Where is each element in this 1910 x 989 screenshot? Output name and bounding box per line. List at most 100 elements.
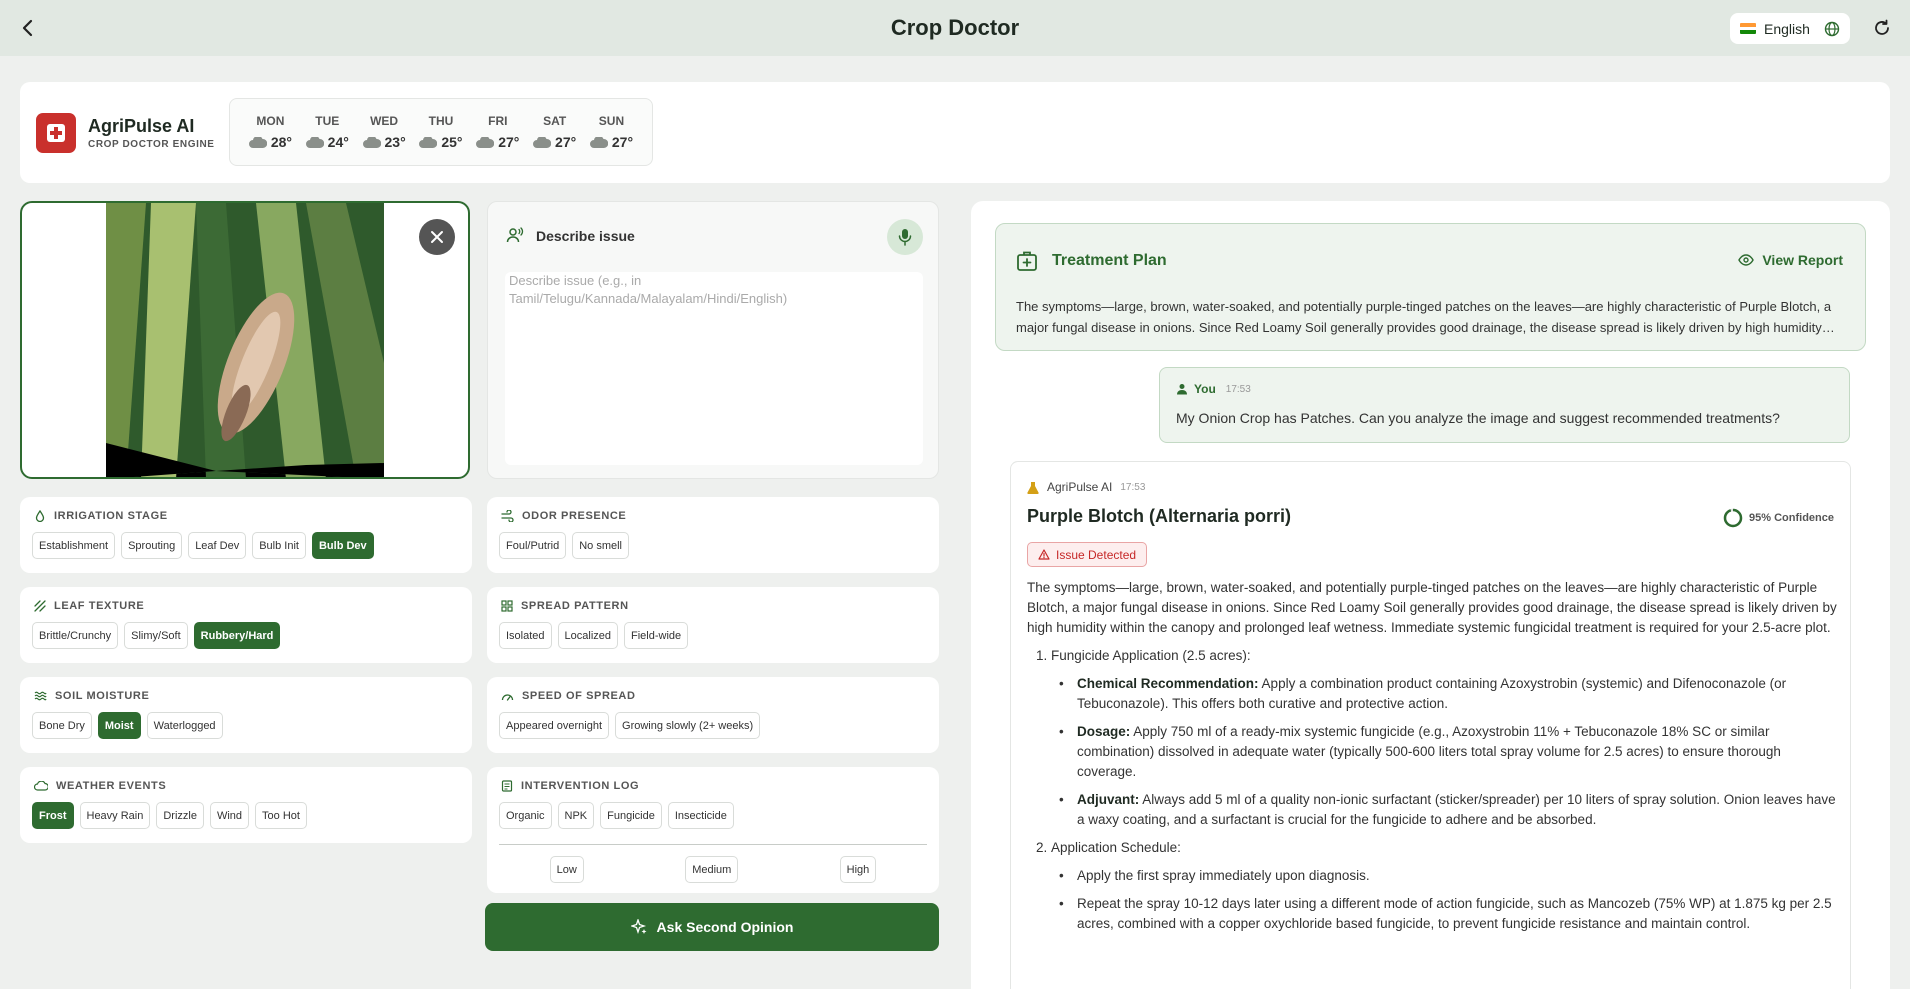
medical-bag-icon (1017, 251, 1037, 271)
weather-forecast: MON 28° TUE 24° WED 23° THU 25° FRI 27° SAT 27… (229, 98, 653, 166)
ai-intro: The symptoms—large, brown, water-soaked,… (1027, 580, 1837, 635)
treatment-plan-title: Treatment Plan (1052, 252, 1167, 269)
intensity-levels: Low Medium High (499, 856, 927, 883)
issue-detected-badge: Issue Detected (1027, 542, 1148, 567)
uploaded-image-panel (20, 201, 470, 479)
chip-foul-putrid[interactable]: Foul/Putrid (499, 532, 567, 559)
view-report-button[interactable]: View Report (1738, 252, 1843, 268)
chip-leaf-dev[interactable]: Leaf Dev (188, 532, 247, 559)
soil-moisture-card: SOIL MOISTURE Bone Dry Moist Waterlogged (20, 677, 472, 753)
top-bar: Crop Doctor English (0, 0, 1910, 56)
page-title: Crop Doctor (890, 15, 1020, 40)
chip-field-wide[interactable]: Field-wide (624, 622, 689, 649)
confidence-indicator: 95% Confidence (1723, 508, 1834, 528)
irrigation-chips: Establishment Sprouting Leaf Dev Bulb In… (32, 532, 374, 559)
list-item: Dosage: Apply 750 ml of a ready-mix syst… (1059, 722, 1837, 782)
microphone-button[interactable] (887, 219, 923, 255)
chip-establishment[interactable]: Establishment (32, 532, 116, 559)
chip-fungicide[interactable]: Fungicide (600, 802, 662, 829)
describe-issue-title: Describe issue (536, 228, 635, 244)
user-icon (1177, 384, 1187, 395)
ask-second-opinion-button[interactable]: Ask Second Opinion (485, 903, 939, 951)
eye-icon (1738, 254, 1755, 266)
chip-drizzle[interactable]: Drizzle (156, 802, 204, 829)
flask-icon (1027, 481, 1039, 494)
wind-icon (501, 510, 514, 522)
language-selector[interactable]: English (1730, 13, 1850, 44)
chip-frost[interactable]: Frost (32, 802, 74, 829)
chip-bulb-init[interactable]: Bulb Init (252, 532, 306, 559)
brand-bar: AgriPulse AI CROP DOCTOR ENGINE MON 28° T… (20, 82, 1890, 183)
weather-day: MON 28° (248, 114, 292, 150)
section-fungicide: Fungicide Application (2.5 acres): Chemi… (1051, 646, 1837, 830)
chip-wind[interactable]: Wind (209, 802, 250, 829)
cloud-icon (589, 136, 608, 148)
india-flag-icon (1740, 23, 1756, 34)
cloud-icon (305, 136, 324, 148)
chip-localized[interactable]: Localized (557, 622, 619, 649)
chip-slimy-soft[interactable]: Slimy/Soft (124, 622, 188, 649)
chip-bone-dry[interactable]: Bone Dry (32, 712, 92, 739)
crop-leaf-photo (106, 203, 384, 477)
chip-npk[interactable]: NPK (557, 802, 595, 829)
chip-level-high[interactable]: High (839, 856, 877, 883)
droplet-icon (35, 510, 45, 522)
weather-day: WED 23° (362, 114, 406, 150)
cloud-icon (533, 136, 552, 148)
texture-icon (34, 600, 46, 612)
intervention-chips: Organic NPK Fungicide Insecticide (499, 802, 734, 829)
treatment-plan-card: Treatment Plan View Report The symptoms—… (995, 223, 1866, 351)
diagnosis-title: Purple Blotch (Alternaria porri) (1027, 506, 1292, 526)
chip-appeared-overnight[interactable]: Appeared overnight (499, 712, 610, 739)
chip-level-low[interactable]: Low (549, 856, 584, 883)
gauge-icon (501, 694, 514, 701)
chip-insecticide[interactable]: Insecticide (667, 802, 734, 829)
describe-issue-input[interactable] (505, 272, 923, 465)
chip-rubbery-hard[interactable]: Rubbery/Hard (193, 622, 281, 649)
waves-icon (34, 691, 47, 701)
chip-moist[interactable]: Moist (97, 712, 141, 739)
cloud-icon (362, 136, 381, 148)
remove-image-button[interactable] (419, 219, 455, 255)
chip-organic[interactable]: Organic (499, 802, 552, 829)
confidence-ring-icon (1723, 508, 1743, 528)
ask-second-opinion-label: Ask Second Opinion (656, 919, 794, 935)
weather-day: SAT 27° (533, 114, 576, 150)
globe-icon (1824, 21, 1840, 36)
odor-chips: Foul/Putrid No smell (499, 532, 629, 559)
chip-waterlogged[interactable]: Waterlogged (146, 712, 223, 739)
cloud-icon (419, 136, 438, 148)
refresh-icon[interactable] (1870, 16, 1894, 40)
irrigation-stage-card: IRRIGATION STAGE Establishment Sprouting… (20, 497, 472, 573)
chip-brittle-crunchy[interactable]: Brittle/Crunchy (32, 622, 119, 649)
results-panel: Treatment Plan View Report The symptoms—… (971, 201, 1890, 989)
chip-sprouting[interactable]: Sprouting (121, 532, 183, 559)
chip-no-smell[interactable]: No smell (572, 532, 629, 559)
treatment-summary: The symptoms—large, brown, water-soaked,… (1016, 299, 1832, 335)
odor-presence-card: ODOR PRESENCE Foul/Putrid No smell (487, 497, 939, 573)
back-arrow-icon[interactable] (14, 14, 42, 42)
chip-level-medium[interactable]: Medium (685, 856, 739, 883)
chip-bulb-dev[interactable]: Bulb Dev (311, 532, 374, 559)
weather-day: FRI 27° (476, 114, 519, 150)
user-message: You 17:53 My Onion Crop has Patches. Can … (1159, 367, 1850, 443)
chip-isolated[interactable]: Isolated (499, 622, 552, 649)
list-item: Repeat the spray 10-12 days later using … (1059, 894, 1837, 934)
list-item: Apply the first spray immediately upon d… (1059, 866, 1837, 886)
cloud-outline-icon (34, 781, 48, 791)
brand-subtitle: CROP DOCTOR ENGINE (88, 139, 215, 150)
brand-name: AgriPulse AI (88, 116, 195, 136)
speed-chips: Appeared overnight Growing slowly (2+ we… (499, 712, 761, 739)
weather-events-card: WEATHER EVENTS Frost Heavy Rain Drizzle … (20, 767, 472, 843)
divider (499, 844, 927, 845)
chip-too-hot[interactable]: Too Hot (255, 802, 307, 829)
section-schedule: Application Schedule: Apply the first sp… (1051, 838, 1837, 934)
cloud-icon (248, 136, 267, 148)
microphone-icon (898, 229, 912, 246)
chip-growing-slowly[interactable]: Growing slowly (2+ weeks) (615, 712, 761, 739)
chip-heavy-rain[interactable]: Heavy Rain (79, 802, 151, 829)
moisture-chips: Bone Dry Moist Waterlogged (32, 712, 223, 739)
spread-chips: Isolated Localized Field-wide (499, 622, 689, 649)
speed-of-spread-card: SPEED OF SPREAD Appeared overnight Growi… (487, 677, 939, 753)
intervention-log-card: INTERVENTION LOG Organic NPK Fungicide I… (487, 767, 939, 893)
